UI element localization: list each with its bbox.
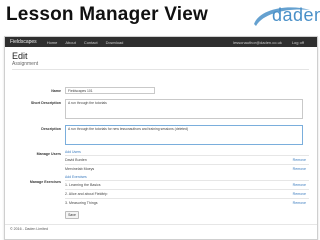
manage-exercises-label: Manage Exercises [29, 180, 61, 184]
exercise-name: 2. Alice and about Fieldtrip [65, 192, 108, 196]
user-row: Mervinelab Moeys Remove [65, 164, 309, 174]
exercise-name: 1. Learning the Basics [65, 183, 101, 187]
nav-link-home[interactable]: Home [47, 40, 58, 45]
nav-link-download[interactable]: Download [106, 40, 124, 45]
nav-link-about[interactable]: About [65, 40, 75, 45]
exercise-row: 3. Measuring Things Remove [65, 198, 309, 208]
top-navbar: Fieldscapes Home About Contact Download … [5, 37, 317, 47]
page-title: Edit [12, 51, 28, 61]
nav-link-contact[interactable]: Contact [84, 40, 98, 45]
manage-users-label: Manage Users [36, 152, 61, 156]
remove-exercise-link[interactable]: Remove [293, 199, 306, 208]
remove-user-link[interactable]: Remove [293, 165, 306, 174]
save-button[interactable]: Save [65, 211, 79, 219]
page-subtitle: Assignment [12, 61, 39, 67]
short-description-label: Short Description [30, 101, 61, 105]
name-input[interactable]: Fieldscapes 101 [65, 87, 155, 94]
header-divider [12, 69, 309, 70]
name-label: Name [51, 89, 61, 93]
description-label: Description [41, 127, 61, 131]
app-screenshot: Fieldscapes Home About Contact Download … [4, 36, 318, 240]
short-description-textarea[interactable]: A run through the tutorials [65, 99, 303, 119]
navbar-user-email[interactable]: lessonauthor@daden.co.uk [233, 40, 282, 45]
footer-copyright: © 2016 - Daden Limited [10, 227, 49, 231]
slide-title: Lesson Manager View [6, 4, 208, 25]
add-users-link[interactable]: Add Users [65, 150, 81, 154]
exercise-name: 3. Measuring Things [65, 201, 98, 205]
description-textarea[interactable]: A run through the tutorials for new less… [65, 125, 303, 145]
footer-divider [5, 224, 317, 225]
logo-text: daden [272, 5, 320, 25]
edit-form-container: Edit Assignment Name Fieldscapes 101 Sho… [5, 47, 317, 219]
add-exercises-link[interactable]: Add Exercises [65, 175, 87, 179]
user-name: Mervinelab Moeys [65, 167, 95, 171]
user-name: David Burden [65, 158, 87, 162]
daden-logo: daden [250, 4, 320, 30]
navbar-brand[interactable]: Fieldscapes [10, 39, 37, 45]
logout-link[interactable]: Log off [292, 40, 304, 45]
